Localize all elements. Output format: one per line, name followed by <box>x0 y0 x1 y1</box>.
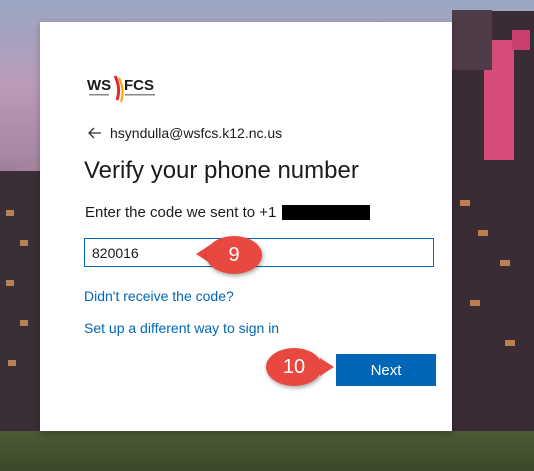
callout-bubble: 10 <box>266 348 322 386</box>
account-identity: hsyndulla@wsfcs.k12.nc.us <box>88 125 282 141</box>
sign-in-card: WS FCS hsyndulla@wsfcs.k12.nc.us Verify … <box>40 22 452 431</box>
next-button[interactable]: Next <box>336 354 436 386</box>
page-title: Verify your phone number <box>84 157 359 184</box>
redacted-phone-number <box>282 205 371 220</box>
callout-pointer <box>320 358 334 376</box>
description-text: Enter the code we sent to +1 <box>85 204 277 221</box>
didnt-receive-code-link[interactable]: Didn't receive the code? <box>84 288 234 304</box>
callout-bubble: 9 <box>206 236 262 274</box>
wsfcs-logo: WS FCS <box>87 75 155 103</box>
code-description: Enter the code we sent to +1 <box>85 204 371 221</box>
arrow-left-icon[interactable] <box>88 126 102 140</box>
svg-text:WS: WS <box>87 77 111 94</box>
different-sign-in-link[interactable]: Set up a different way to sign in <box>84 320 279 336</box>
svg-text:FCS: FCS <box>124 77 154 94</box>
account-email: hsyndulla@wsfcs.k12.nc.us <box>110 125 283 141</box>
